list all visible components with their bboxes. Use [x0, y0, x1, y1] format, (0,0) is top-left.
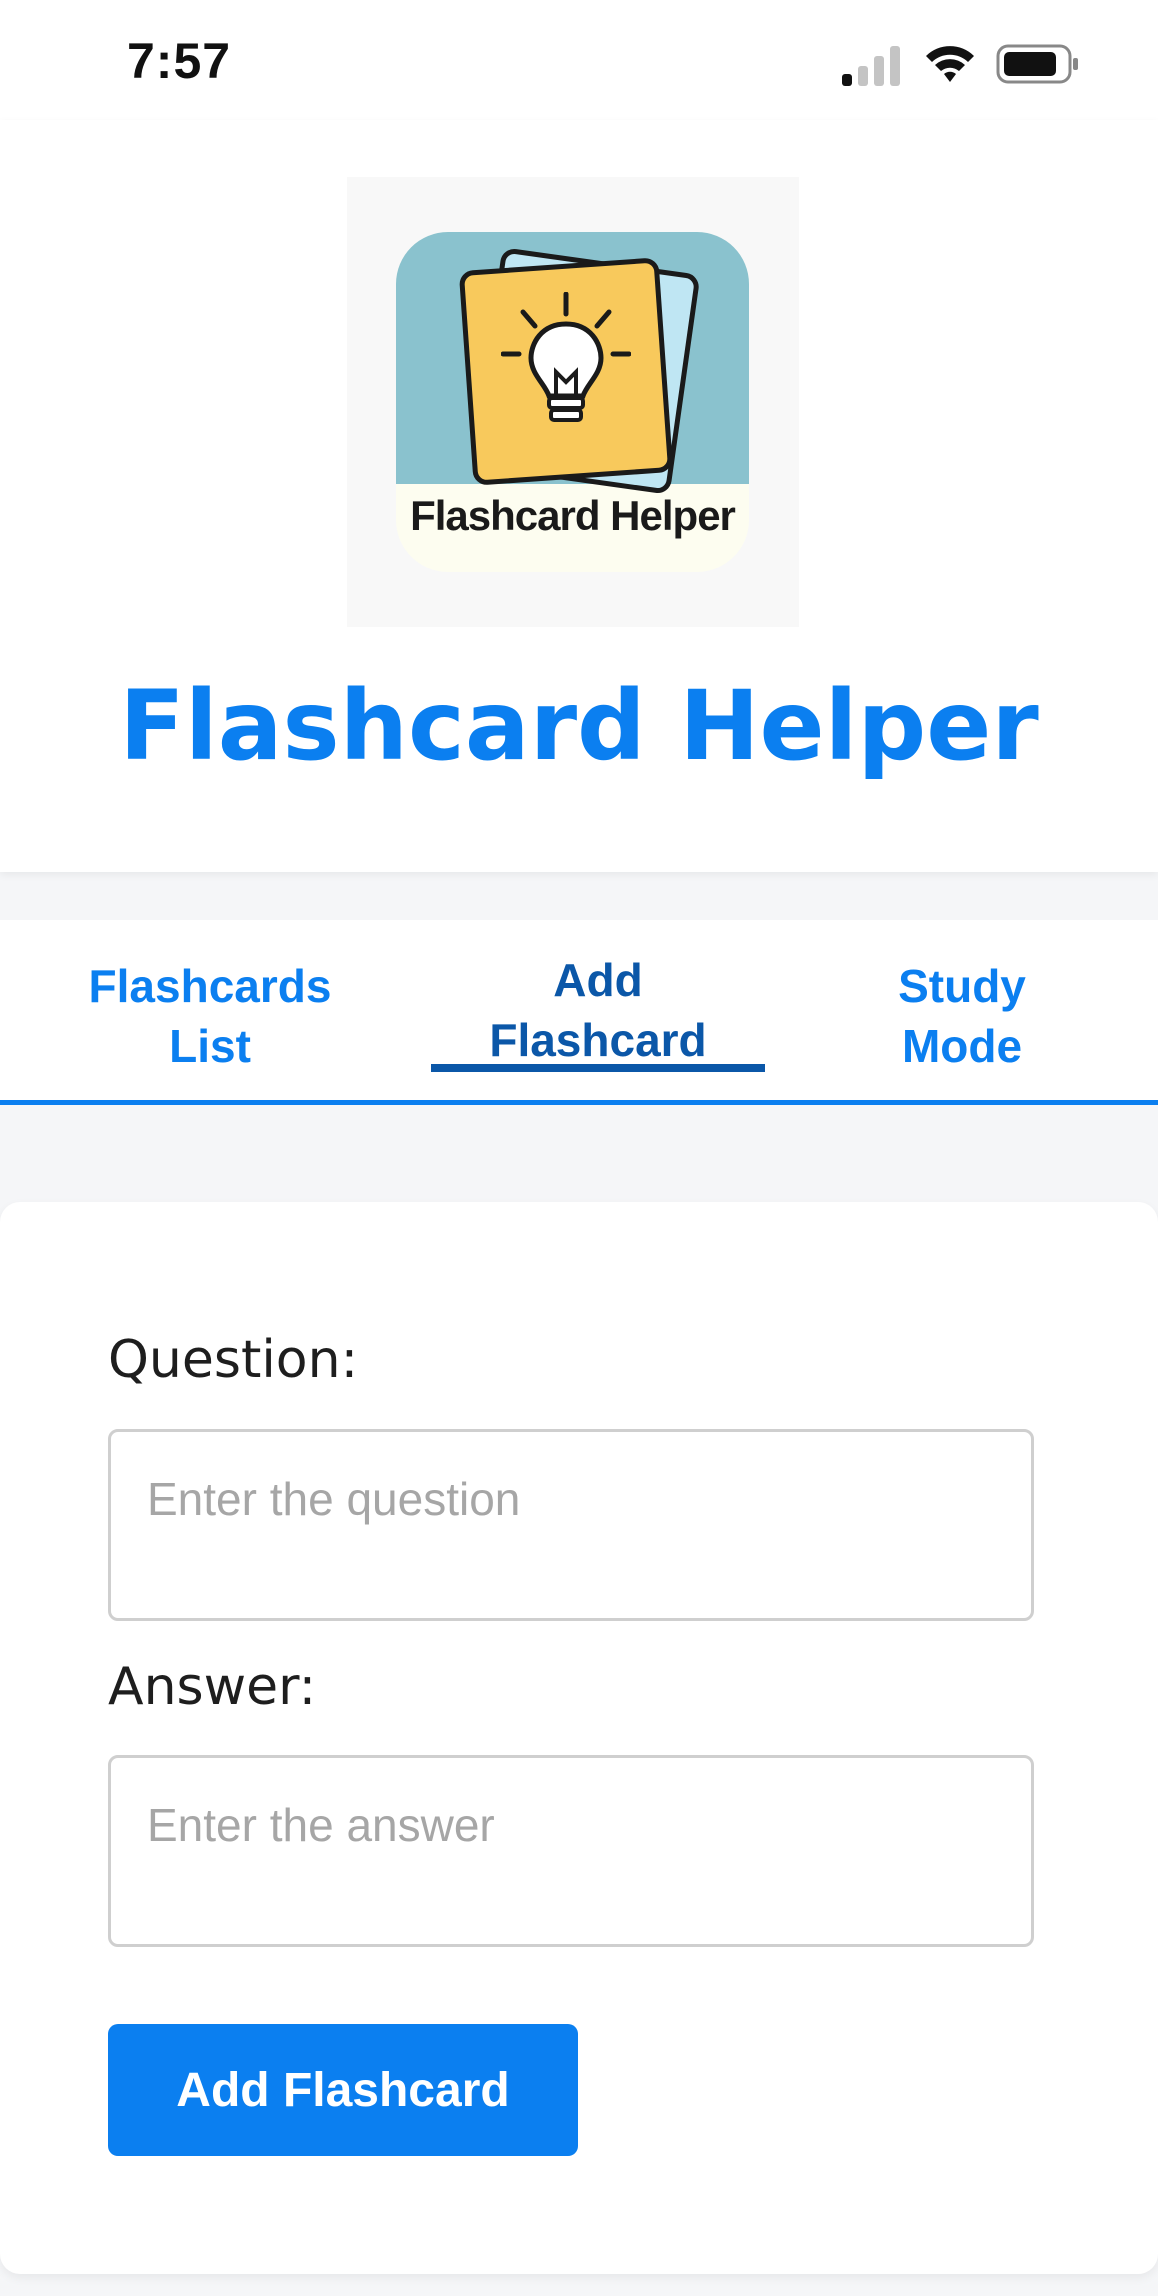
battery-icon: [996, 44, 1078, 84]
answer-label: Answer:: [108, 1657, 317, 1717]
tab-flashcards-list[interactable]: Flashcards List: [60, 956, 360, 1076]
cellular-signal-icon: [842, 46, 900, 86]
question-input[interactable]: [108, 1429, 1034, 1621]
app-logo: Flashcard Helper: [347, 177, 799, 627]
tab-add-flashcard[interactable]: Add Flashcard: [431, 950, 765, 1070]
logo-tile: Flashcard Helper: [396, 232, 749, 572]
add-flashcard-form: Question: Answer: Add Flashcard: [0, 1202, 1158, 2274]
add-flashcard-button[interactable]: Add Flashcard: [108, 2024, 578, 2156]
wifi-icon: [926, 46, 974, 82]
answer-input[interactable]: [108, 1755, 1034, 1947]
status-bar: 7:57: [0, 0, 1158, 120]
status-time: 7:57: [127, 33, 232, 89]
active-tab-indicator: [431, 1064, 765, 1072]
lightbulb-icon: [501, 292, 631, 422]
app-title: Flashcard Helper: [119, 670, 1039, 782]
app-header: Flashcard Helper Flashcard Helper: [0, 120, 1158, 872]
question-label: Question:: [108, 1330, 359, 1390]
tab-bar: Flashcards List Add Flashcard Study Mode: [0, 920, 1158, 1105]
tab-study-mode[interactable]: Study Mode: [842, 956, 1082, 1076]
logo-text: Flashcard Helper: [410, 492, 736, 539]
